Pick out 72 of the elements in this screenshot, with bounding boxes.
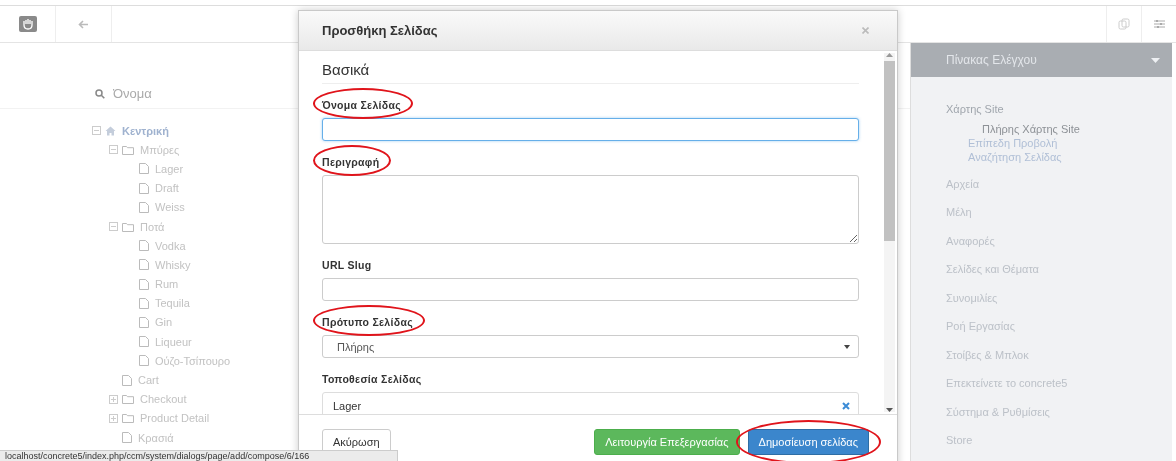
folder-icon: [122, 221, 134, 232]
field-label: Πρότυπο Σελίδας: [322, 316, 413, 328]
folder-icon: [122, 394, 134, 405]
text-field[interactable]: [322, 278, 859, 301]
scroll-down-icon[interactable]: [886, 408, 893, 412]
pages-icon[interactable]: [1118, 18, 1130, 30]
tree-item[interactable]: Lager: [155, 162, 184, 175]
page-icon: [139, 182, 149, 194]
field-label: Περιγραφή: [322, 156, 380, 168]
search-icon: [95, 88, 105, 99]
tree-item[interactable]: Gin: [155, 316, 173, 329]
page-selector-field[interactable]: Lager: [322, 392, 859, 414]
page-icon: [139, 278, 149, 290]
dialog-button[interactable]: Λειτουργία Επεξεργασίας: [594, 429, 740, 455]
field-label: Τοποθεσία Σελίδας: [322, 373, 422, 385]
menu-item[interactable]: Χάρτης Site: [946, 103, 1004, 115]
page-icon: [139, 355, 149, 367]
page-icon: [139, 259, 149, 271]
text-field[interactable]: [322, 118, 859, 141]
back-arrow-icon[interactable]: [78, 19, 89, 29]
submenu-item[interactable]: Πλήρης Χάρτης Site: [968, 123, 1172, 135]
folder-icon: [122, 413, 134, 424]
home-icon: [105, 125, 116, 136]
page-icon: [139, 316, 149, 328]
page-icon: [122, 432, 132, 444]
tree-item[interactable]: Ποτά: [140, 220, 165, 233]
panel-title: Πίνακας Ελέγχου: [946, 53, 1037, 67]
select-field[interactable]: Πλήρης: [322, 335, 859, 358]
field-label: URL Slug: [322, 259, 372, 271]
tree-item[interactable]: Κρασιά: [138, 431, 174, 444]
tree-item[interactable]: Κεντρική: [122, 124, 169, 137]
tree-item[interactable]: Liqueur: [155, 335, 192, 348]
dropdown-caret-icon: [844, 344, 850, 349]
textarea-field[interactable]: [322, 175, 859, 244]
clear-icon[interactable]: [842, 402, 850, 410]
section-heading: Βασικά: [322, 61, 859, 84]
toggle-icon[interactable]: [109, 394, 118, 404]
tree-item[interactable]: Checkout: [140, 393, 187, 406]
page-icon: [139, 336, 149, 348]
dialog-button[interactable]: Δημοσίευση σελίδας: [747, 429, 869, 455]
scrollbar[interactable]: [884, 53, 895, 412]
toggle-icon[interactable]: [109, 413, 118, 423]
url-status-tooltip: localhost/concrete5/index.php/ccm/system/dialogs/page/add/compose/6/166: [0, 450, 398, 461]
submenu-item[interactable]: Επίπεδη Προβολή: [968, 137, 1172, 149]
tree-item[interactable]: Rum: [155, 278, 179, 291]
search-field[interactable]: Όνομα: [113, 86, 233, 101]
tree-item[interactable]: Draft: [155, 182, 179, 195]
folder-icon: [122, 144, 134, 155]
field-label: Όνομα Σελίδας: [322, 99, 401, 111]
tree-item[interactable]: Whisky: [155, 258, 191, 271]
toggle-icon[interactable]: [109, 222, 118, 232]
tree-item[interactable]: Μπύρες: [140, 143, 180, 156]
sliders-icon[interactable]: [1153, 19, 1165, 29]
page-icon: [139, 240, 149, 252]
scroll-up-icon[interactable]: [886, 53, 893, 57]
tree-item[interactable]: Cart: [138, 374, 159, 387]
logo-icon[interactable]: [18, 16, 37, 32]
page-icon: [139, 297, 149, 309]
submenu-item[interactable]: Αναζήτηση Σελίδας: [968, 151, 1172, 163]
close-icon[interactable]: [862, 27, 869, 34]
page-icon: [139, 201, 149, 213]
caret-icon[interactable]: [1151, 57, 1160, 63]
page-icon: [122, 374, 132, 386]
page-icon: [139, 163, 149, 175]
toggle-icon[interactable]: [92, 126, 101, 136]
tree-item[interactable]: Ούζο-Τσίπουρο: [155, 354, 231, 367]
tree-item[interactable]: Weiss: [155, 201, 185, 214]
tree-item[interactable]: Product Detail: [140, 412, 210, 425]
dialog-title: Προσθήκη Σελίδας: [322, 23, 438, 38]
tree-item[interactable]: Tequila: [155, 297, 190, 310]
toggle-icon[interactable]: [109, 145, 118, 155]
tree-item[interactable]: Vodka: [155, 239, 186, 252]
